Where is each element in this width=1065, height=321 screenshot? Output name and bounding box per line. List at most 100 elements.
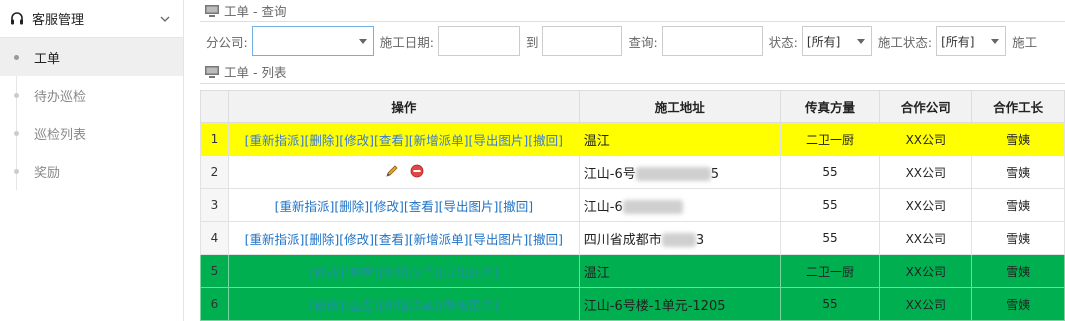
date-to-label: 到 (525, 34, 539, 50)
row-operations: [重新指派][删除][修改][查看][新增派单][导出图片][撤回] (227, 221, 580, 255)
delete-link[interactable]: [删除] (304, 133, 339, 148)
view-link[interactable]: [查看] (344, 265, 379, 280)
chevron-down-icon (856, 39, 865, 44)
table-row[interactable]: 2 江山-6号 5 55 XX公司 雪姨 (200, 155, 1065, 189)
reassign-link[interactable]: [重新指派] (245, 133, 305, 148)
row-foreman: 雪姨 (971, 287, 1065, 321)
reassign-link[interactable]: [重新指派] (275, 199, 335, 214)
withdraw-link[interactable]: [撤回] (498, 199, 533, 214)
work-status-label: 施工状态: (877, 34, 933, 50)
address-text: 江山-6号 (583, 166, 636, 182)
work-status-select[interactable]: [所有] (936, 26, 1007, 56)
sidebar-header-customer-service[interactable]: 客服管理 (0, 0, 183, 38)
sidebar-item-pending-inspection[interactable]: 待办巡检 (0, 76, 183, 114)
row-index: 5 (200, 254, 229, 288)
withdraw-link[interactable]: [撤回] (528, 133, 563, 148)
row-index: 3 (200, 188, 229, 222)
export-image-link[interactable]: [导出图片] (439, 298, 499, 313)
row-index: 6 (200, 287, 229, 321)
row-volume: 二卫一厨 (779, 122, 881, 156)
header-operations[interactable]: 操作 (227, 90, 580, 123)
row-volume: 55 (779, 221, 881, 255)
chevron-down-icon (991, 39, 1000, 44)
table-row[interactable]: 3 [重新指派][删除][修改][查看][导出图片][撤回] 江山-6 55 X… (200, 188, 1065, 222)
add-dispatch-link[interactable]: [新增派单] (409, 232, 469, 247)
row-company: XX公司 (879, 188, 973, 222)
row-index: 4 (200, 221, 229, 255)
header-address[interactable]: 施工地址 (578, 90, 781, 123)
reassign-link[interactable]: [重新指派] (245, 232, 305, 247)
edit-link[interactable]: [修改] (339, 133, 374, 148)
edit-link[interactable]: [修改] (369, 199, 404, 214)
row-company: XX公司 (879, 221, 973, 255)
address-text: 江山-6 (583, 199, 623, 215)
sidebar-item-label: 巡检列表 (34, 127, 87, 143)
query-panel-title-text: 工单 - 查询 (224, 4, 287, 19)
sidebar-item-work-order[interactable]: 工单 (0, 38, 183, 76)
pencil-icon[interactable] (384, 163, 400, 182)
header-foreman[interactable]: 合作工长 (971, 90, 1065, 123)
withdraw-link[interactable]: [撤回] (528, 232, 563, 247)
view-link[interactable]: [查看] (404, 199, 439, 214)
bullet-icon (14, 169, 19, 174)
date-to-input[interactable] (542, 26, 623, 56)
row-volume: 55 (779, 287, 881, 321)
export-image-link[interactable]: [导出图片] (469, 133, 529, 148)
table-row[interactable]: 4 [重新指派][删除][修改][查看][新增派单][导出图片][撤回] 四川省… (200, 221, 1065, 255)
sidebar-item-reward[interactable]: 奖励 (0, 152, 183, 190)
row-index: 2 (200, 155, 229, 189)
work-order-table: 操作 施工地址 传真方量 合作公司 合作工长 1 [重新指派][删除][修改][… (200, 90, 1065, 321)
sidebar-submenu: 工单 待办巡检 巡检列表 奖励 (0, 38, 183, 190)
branch-label: 分公司: (206, 34, 248, 50)
row-index: 1 (200, 122, 229, 156)
address-text: 四川省成都市 (583, 232, 662, 248)
header-company[interactable]: 合作公司 (879, 90, 973, 123)
export-image-link[interactable]: [导出图片] (439, 265, 499, 280)
row-operations: [重新指派][删除][修改][查看][新增派单][导出图片][撤回] (227, 122, 580, 156)
status-select-value: [所有] (806, 34, 841, 49)
row-company: XX公司 (879, 254, 973, 288)
export-image-link[interactable]: [导出图片] (469, 232, 529, 247)
sidebar: 客服管理 工单 待办巡检 巡检列表 奖励 (0, 0, 184, 321)
table-row[interactable]: 1 [重新指派][删除][修改][查看][新增派单][导出图片][撤回] 温江 … (200, 122, 1065, 156)
delete-link[interactable]: [删除] (334, 199, 369, 214)
row-address: 温江 (578, 122, 781, 156)
monitor-icon (205, 65, 219, 78)
search-input[interactable] (661, 26, 763, 56)
table-row[interactable]: 6 [修改][查看][新增派单][导出图片] 江山-6号楼-1单元-1205 5… (200, 287, 1065, 321)
delete-link[interactable]: [删除] (304, 232, 339, 247)
chevron-down-icon[interactable] (153, 15, 177, 23)
date-from-input[interactable] (437, 26, 520, 56)
status-select[interactable]: [所有] (801, 26, 872, 56)
delete-icon[interactable] (410, 164, 424, 181)
view-link[interactable]: [查看] (374, 232, 409, 247)
table-row[interactable]: 5 [修改][查看][新增派单][导出图片] 温江 二卫一厨 XX公司 雪姨 (200, 254, 1065, 288)
trailing-filter-label: 施工 (1012, 34, 1038, 50)
bullet-icon (14, 55, 19, 60)
add-dispatch-link[interactable]: [新增派单] (409, 133, 469, 148)
monitor-icon (205, 4, 219, 17)
view-link[interactable]: [查看] (374, 133, 409, 148)
address-tail: 5 (710, 166, 720, 182)
view-link[interactable]: [查看] (344, 298, 379, 313)
edit-link[interactable]: [修改] (309, 265, 344, 280)
edit-link[interactable]: [修改] (339, 232, 374, 247)
row-company: XX公司 (879, 155, 973, 189)
app-root: 客服管理 工单 待办巡检 巡检列表 奖励 工单 - 查询 分公司: 施工日期: … (0, 0, 1065, 321)
row-foreman: 雪姨 (971, 254, 1065, 288)
row-operations: [修改][查看][新增派单][导出图片] (227, 287, 580, 321)
branch-select[interactable] (251, 26, 374, 56)
export-image-link[interactable]: [导出图片] (439, 199, 499, 214)
edit-link[interactable]: [修改] (309, 298, 344, 313)
query-panel-title: 工单 - 查询 (200, 0, 1065, 22)
redacted-blur (661, 233, 696, 247)
row-address: 江山-6号楼-1单元-1205 (578, 287, 781, 321)
sidebar-header-title: 客服管理 (32, 13, 85, 28)
add-dispatch-link[interactable]: [新增派单] (379, 298, 439, 313)
header-volume[interactable]: 传真方量 (779, 90, 881, 123)
add-dispatch-link[interactable]: [新增派单] (379, 265, 439, 280)
redacted-blur (622, 200, 683, 214)
sidebar-item-inspection-list[interactable]: 巡检列表 (0, 114, 183, 152)
status-label: 状态: (768, 34, 798, 50)
row-address: 温江 (578, 254, 781, 288)
